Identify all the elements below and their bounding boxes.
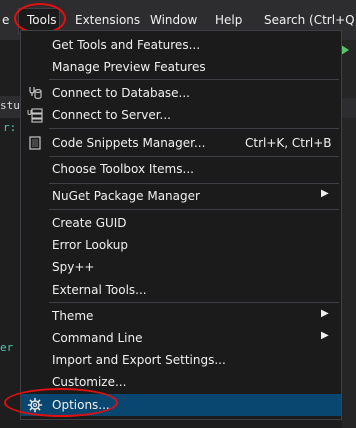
menu-item-error-lookup[interactable]: Error Lookup xyxy=(21,234,341,256)
menu-separator xyxy=(49,209,339,210)
menu-separator xyxy=(49,79,339,80)
menu-extensions[interactable]: Extensions xyxy=(75,13,140,27)
menu-item-import-export[interactable]: Import and Export Settings... xyxy=(21,349,341,371)
database-connect-icon xyxy=(27,85,43,101)
tools-dropdown-menu: Get Tools and Features... Manage Preview… xyxy=(20,30,342,420)
editor-tab-label: stu xyxy=(0,99,20,112)
menu-item-create-guid[interactable]: Create GUID xyxy=(21,212,341,234)
search-box[interactable]: Search (Ctrl+Q) xyxy=(264,13,356,27)
menu-separator xyxy=(49,302,339,303)
right-panel-tab[interactable] xyxy=(342,98,356,118)
menu-item-external-tools[interactable]: External Tools... xyxy=(21,279,341,301)
menu-item-connect-database[interactable]: Connect to Database... xyxy=(21,82,341,104)
menu-item-nuget[interactable]: NuGet Package Manager ▶ xyxy=(21,185,341,207)
menu-help[interactable]: Help xyxy=(215,13,242,27)
menu-item-command-line[interactable]: Command Line ▶ xyxy=(21,327,341,349)
submenu-arrow-icon: ▶ xyxy=(321,308,329,319)
shortcut-label: Ctrl+K, Ctrl+B xyxy=(245,136,332,150)
code-fragment: r: xyxy=(3,121,17,134)
menu-window[interactable]: Window xyxy=(150,13,197,27)
menu-item-get-tools[interactable]: Get Tools and Features... xyxy=(21,34,341,56)
submenu-arrow-icon: ▶ xyxy=(321,330,329,341)
menu-item-connect-server[interactable]: Connect to Server... xyxy=(21,104,341,126)
menu-item-choose-toolbox[interactable]: Choose Toolbox Items... xyxy=(21,158,341,180)
annotation-circle-options xyxy=(4,388,118,417)
menu-item-manage-preview[interactable]: Manage Preview Features xyxy=(21,56,341,78)
menu-item-theme[interactable]: Theme ▶ xyxy=(21,305,341,327)
server-connect-icon xyxy=(27,107,43,123)
menu-item-spy[interactable]: Spy++ xyxy=(21,256,341,278)
menu-separator xyxy=(49,156,339,157)
code-snippet-icon xyxy=(27,135,43,151)
submenu-arrow-icon: ▶ xyxy=(321,188,329,199)
menu-separator xyxy=(49,128,339,129)
code-fragment: er xyxy=(0,341,14,354)
menu-separator xyxy=(49,183,339,184)
menu-item-code-snippets[interactable]: Code Snippets Manager... Ctrl+K, Ctrl+B xyxy=(21,132,341,154)
menu-file-partial[interactable]: e xyxy=(2,13,9,27)
